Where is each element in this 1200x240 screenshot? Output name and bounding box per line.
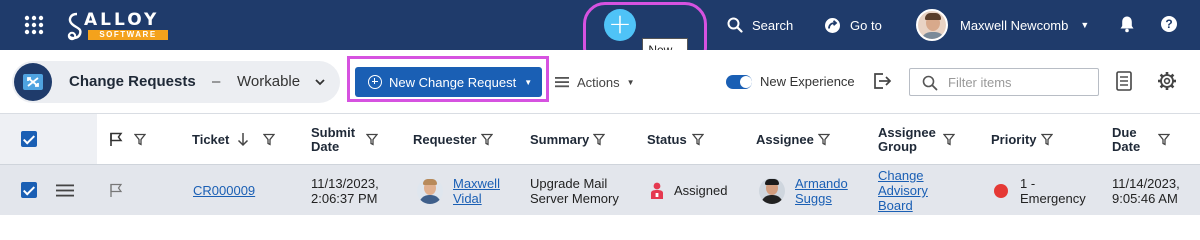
column-header-ticket[interactable]: Ticket	[192, 114, 229, 165]
avatar	[417, 177, 443, 204]
row-checkbox[interactable]	[21, 182, 37, 198]
funnel-icon[interactable]	[1158, 133, 1170, 146]
due-date-cell: 11/14/2023, 9:05:46 AM	[1112, 175, 1180, 206]
funnel-icon[interactable]	[943, 133, 955, 146]
hamburger-icon[interactable]	[56, 184, 74, 197]
ticket-link[interactable]: CR000009	[193, 183, 255, 198]
column-header-due-date[interactable]: Due Date	[1112, 114, 1152, 165]
logo-text: ALLOY	[84, 10, 160, 30]
logo-subtext: SOFTWARE	[88, 30, 168, 40]
hamburger-icon	[555, 77, 569, 88]
select-all-checkbox[interactable]	[21, 131, 37, 147]
funnel-icon[interactable]	[481, 133, 493, 146]
chevron-down-icon: ▼	[524, 77, 533, 87]
search-icon	[727, 17, 743, 33]
list-icon[interactable]	[1116, 71, 1132, 94]
plus-circle-icon	[368, 75, 382, 89]
search-link[interactable]: Search	[727, 0, 793, 50]
new-change-request-button[interactable]: New Change Request ▼	[355, 67, 542, 97]
gear-icon[interactable]	[1157, 71, 1177, 94]
select-column-header	[0, 114, 97, 165]
export-icon[interactable]	[872, 71, 892, 94]
assignee-link[interactable]: Armando Suggs	[795, 176, 848, 206]
priority-dot	[994, 183, 1008, 198]
column-header-submit-date[interactable]: Submit Date	[311, 114, 361, 165]
funnel-icon[interactable]	[692, 133, 704, 146]
user-name: Maxwell Newcomb	[960, 17, 1069, 33]
view-separator: –	[212, 73, 221, 90]
column-header-assignee-group[interactable]: Assignee Group	[878, 114, 940, 165]
summary-cell: Upgrade Mail Server Memory	[530, 175, 619, 206]
submit-date-cell: 11/13/2023, 2:06:37 PM	[311, 175, 379, 206]
change-requests-icon	[14, 63, 52, 101]
actions-menu[interactable]: Actions ▼	[555, 67, 635, 97]
funnel-icon[interactable]	[263, 133, 275, 146]
column-header-priority[interactable]: Priority	[991, 114, 1037, 165]
assignee-group-link[interactable]: Change Advisory Board	[878, 168, 928, 213]
view-selector[interactable]: Change Requests – Workable	[12, 61, 340, 103]
goto-icon	[825, 17, 840, 33]
funnel-icon[interactable]	[134, 133, 146, 146]
chevron-down-icon	[315, 79, 325, 86]
view-name: Workable	[237, 73, 301, 90]
assignee-cell: Armando Suggs	[759, 165, 848, 216]
bell-icon[interactable]	[1119, 15, 1135, 36]
assignee-group-cell: Change Advisory Board	[878, 165, 928, 216]
requester-link[interactable]: Maxwell Vidal	[453, 176, 500, 206]
column-header-summary[interactable]: Summary	[530, 114, 589, 165]
grid-header: Ticket Submit Date Requester Summary Sta…	[0, 113, 1200, 165]
column-header-status[interactable]: Status	[647, 114, 687, 165]
status-text: Assigned	[674, 183, 728, 198]
requester-cell: Maxwell Vidal	[417, 165, 500, 216]
help-icon[interactable]: ?	[1161, 16, 1177, 32]
funnel-icon[interactable]	[593, 133, 605, 146]
avatar	[916, 9, 948, 41]
funnel-icon[interactable]	[366, 133, 378, 146]
goto-link[interactable]: Go to	[824, 0, 882, 50]
table-row[interactable]: CR000009 11/13/2023, 2:06:37 PM Maxwell …	[0, 164, 1200, 215]
status-person-icon	[651, 182, 663, 199]
column-header-assignee[interactable]: Assignee	[756, 114, 814, 165]
ticket-cell: CR000009	[193, 165, 255, 216]
top-bar: ALLOY SOFTWARE + Search Go to Maxwell Ne…	[0, 0, 1200, 50]
new-item-button[interactable]: +	[604, 9, 636, 41]
alloy-logo[interactable]: ALLOY SOFTWARE	[66, 10, 170, 42]
view-title: Change Requests	[69, 73, 196, 90]
filter-input[interactable]	[948, 73, 1093, 91]
priority-cell: 1 - Emergency	[994, 165, 1086, 216]
funnel-icon[interactable]	[1041, 133, 1053, 146]
sort-down-arrow-icon[interactable]	[237, 132, 249, 147]
apps-grid-icon[interactable]	[24, 15, 44, 35]
user-menu[interactable]: Maxwell Newcomb ▼	[916, 0, 1089, 50]
toolbar: Change Requests – Workable New Change Re…	[0, 50, 1200, 113]
goto-label: Go to	[850, 17, 882, 33]
chevron-down-icon: ▼	[1080, 20, 1090, 30]
actions-label: Actions	[577, 74, 620, 90]
avatar	[759, 177, 785, 204]
search-label: Search	[752, 17, 794, 33]
chevron-down-icon: ▼	[626, 77, 635, 87]
status-cell: Assigned	[650, 165, 727, 216]
new-change-request-label: New Change Request	[389, 74, 517, 90]
column-header-requester[interactable]: Requester	[413, 114, 477, 165]
flag-icon[interactable]	[109, 132, 123, 147]
flag-icon[interactable]	[109, 183, 123, 198]
new-experience-toggle[interactable]	[726, 75, 752, 89]
new-experience-label: New Experience	[760, 74, 855, 89]
filter-box	[909, 68, 1099, 96]
funnel-icon[interactable]	[818, 133, 830, 146]
plus-icon: +	[608, 7, 632, 40]
search-icon	[922, 75, 938, 91]
